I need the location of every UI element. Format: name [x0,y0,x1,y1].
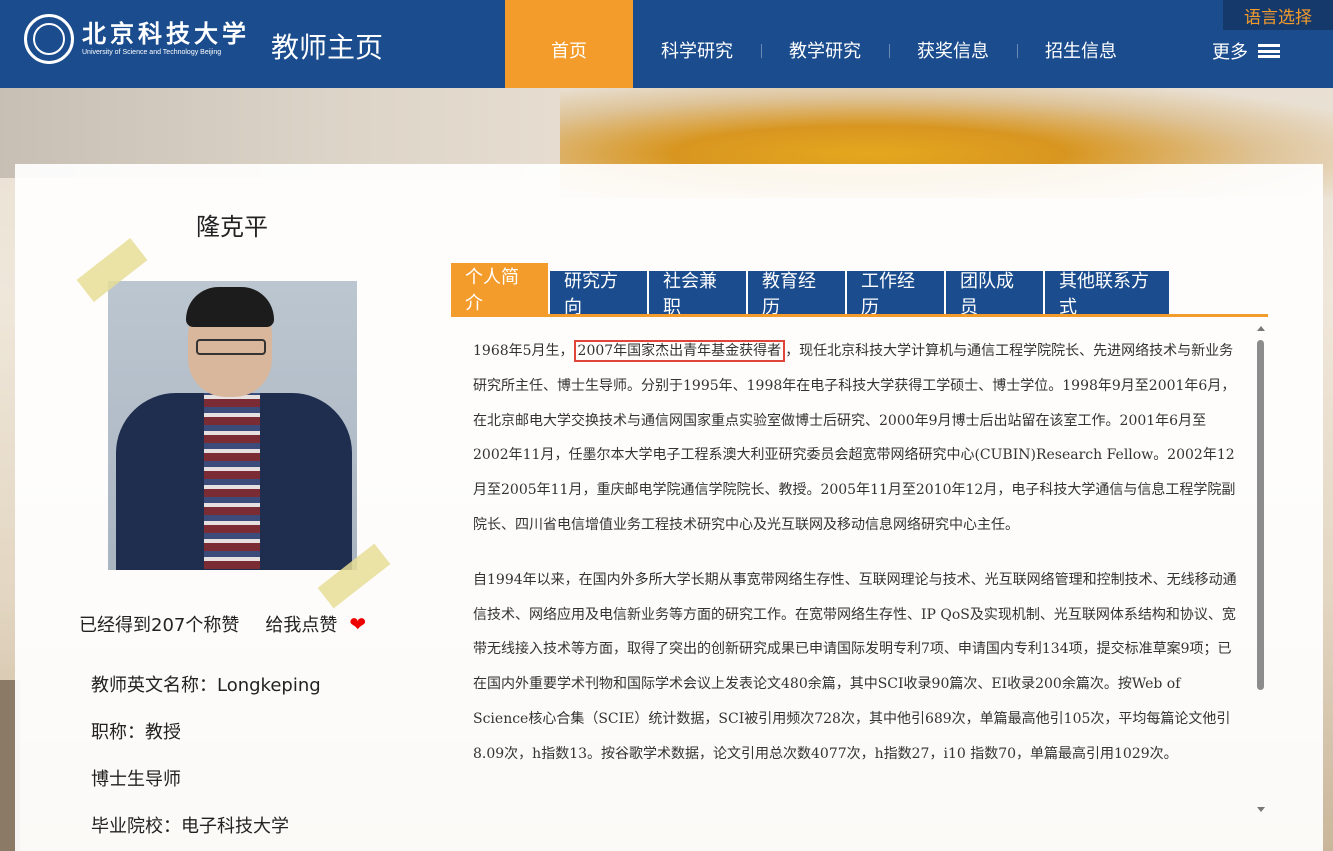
bio-paragraph: 1968年5月生， 2007年国家杰出青年基金获得者 ，现任北京科技大学计算机与通信… [473,334,1238,543]
logo-english-name: University of Science and Technology Bei… [82,49,222,56]
teacher-name: 隆克平 [196,213,268,241]
nav-admissions[interactable]: 招生信息 [1017,0,1145,88]
tab-work-experience[interactable]: 工作经历 [847,271,944,318]
tab-bio[interactable]: 个人简介 [451,263,548,315]
nav-home[interactable]: 首页 [505,0,633,88]
bio-paragraph: 自1994年以来，在国内外多所大学长期从事宽带网络生存性、互联网理论与技术、光互… [473,571,1237,762]
likes-count-text: 已经得到207个称赞 [79,615,240,636]
tab-education[interactable]: 教育经历 [748,271,845,318]
info-supervisor: 博士生导师 [91,769,181,790]
main-nav: 首页 科学研究 教学研究 获奖信息 招生信息 [505,0,1145,88]
university-emblem-icon [24,14,74,64]
scrollbar-thumb[interactable] [1257,340,1264,690]
tab-other-contacts[interactable]: 其他联系方式 [1045,271,1169,318]
info-alma-mater: 毕业院校：电子科技大学 [91,816,289,837]
nav-awards[interactable]: 获奖信息 [889,0,1017,88]
highlighted-award: 2007年国家杰出青年基金获得者 [573,340,786,362]
profile-tabs: 个人简介 研究方向 社会兼职 教育经历 工作经历 团队成员 其他联系方式 [451,263,1171,318]
info-title: 职称：教授 [91,722,181,743]
nav-more-label: 更多 [1212,42,1248,63]
info-english-name: 教师英文名称：Longkeping [91,675,321,696]
bio-text: 1968年5月生， [473,343,574,359]
nav-more-button[interactable]: 更多 [1212,38,1280,64]
scroll-down-arrow-icon[interactable] [1257,807,1265,812]
heart-icon[interactable]: ❤ [349,612,366,636]
nav-research[interactable]: 科学研究 [633,0,761,88]
scroll-up-arrow-icon[interactable] [1257,326,1265,331]
bio-content: 1968年5月生， 2007年国家杰出青年基金获得者 ，现任北京科技大学计算机与通信… [473,334,1238,772]
nav-teaching[interactable]: 教学研究 [761,0,889,88]
likes-row: 已经得到207个称赞 给我点赞 ❤ [79,611,366,637]
tab-part-time-positions[interactable]: 社会兼职 [649,271,746,318]
hamburger-menu-icon [1258,44,1280,58]
logo-text: 北京科技大学 University of Science and Technol… [82,20,250,58]
tab-team-members[interactable]: 团队成员 [946,271,1043,318]
like-button[interactable]: 给我点赞 [265,611,337,637]
language-select-button[interactable]: 语言选择 [1223,0,1333,30]
site-title: 教师主页 [271,31,384,64]
logo-chinese-name: 北京科技大学 [82,19,250,48]
bio-text: ，现任北京科技大学计算机与通信工程学院院长、先进网络技术与新业务研究所主任、博士… [473,343,1236,533]
tab-underline [451,314,1268,317]
top-navigation-bar: 北京科技大学 University of Science and Technol… [0,0,1333,88]
university-logo[interactable]: 北京科技大学 University of Science and Technol… [24,14,250,64]
content-scrollbar[interactable] [1254,326,1268,816]
tab-research-direction[interactable]: 研究方向 [550,271,647,318]
teacher-photo [108,281,357,570]
